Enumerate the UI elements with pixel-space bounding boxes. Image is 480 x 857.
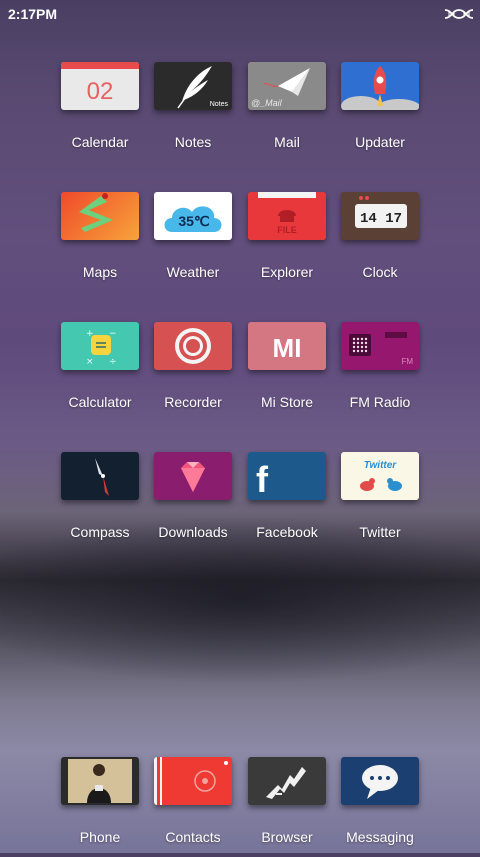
app-label: Downloads: [158, 524, 228, 540]
browser-icon: [248, 757, 326, 805]
svg-text:@_Mail: @_Mail: [251, 98, 283, 108]
feather-icon: Notes: [154, 62, 232, 110]
dna-icon: [444, 9, 474, 19]
app-recorder[interactable]: Recorder: [148, 322, 242, 422]
calendar-date: 02: [87, 78, 114, 105]
svg-text:−: −: [109, 329, 117, 339]
calculator-icon: + − × ÷: [61, 322, 139, 370]
app-label: Phone: [79, 829, 121, 845]
app-label: Mi Store: [260, 394, 314, 410]
app-compass[interactable]: Compass: [55, 452, 149, 552]
app-label: Clock: [362, 264, 398, 280]
app-label: Messaging: [346, 829, 414, 845]
app-label: Mail: [274, 134, 300, 150]
map-pin-icon: [61, 192, 139, 240]
dock-app-browser[interactable]: Browser: [242, 757, 336, 857]
svg-text:÷: ÷: [109, 357, 117, 367]
facebook-icon: f: [248, 452, 326, 500]
app-facebook[interactable]: f Facebook: [242, 452, 336, 552]
dock-app-contacts[interactable]: Contacts: [148, 757, 242, 857]
svg-text:FILE: FILE: [277, 225, 297, 235]
svg-text:Twitter: Twitter: [364, 460, 398, 471]
app-fm-radio[interactable]: FM FM Radio: [335, 322, 429, 422]
svg-text:f: f: [256, 459, 269, 500]
svg-text:+: +: [86, 329, 94, 339]
app-calendar[interactable]: 02 Calendar: [55, 62, 149, 162]
app-clock[interactable]: 14 17 Clock: [335, 192, 429, 292]
app-weather[interactable]: 35℃ Weather: [148, 192, 242, 292]
dock-app-phone[interactable]: Phone: [55, 757, 149, 857]
radio-icon: FM: [341, 322, 419, 370]
rocket-icon: [341, 62, 419, 110]
svg-text:14 17: 14 17: [360, 211, 402, 227]
status-time: 2:17PM: [8, 6, 58, 22]
app-label: Twitter: [359, 524, 401, 540]
app-mail[interactable]: @_Mail Mail: [242, 62, 336, 162]
app-label: Maps: [82, 264, 118, 280]
compass-icon: [61, 452, 139, 500]
svg-text:×: ×: [86, 357, 94, 367]
app-twitter[interactable]: Twitter Twitter: [335, 452, 429, 552]
app-calculator[interactable]: + − × ÷ Calculator: [55, 322, 149, 422]
app-label: Compass: [70, 524, 130, 540]
folder-icon: FILE: [248, 192, 326, 240]
svg-text:FM: FM: [401, 357, 413, 366]
app-label: Updater: [355, 134, 405, 150]
app-updater[interactable]: Updater: [335, 62, 429, 162]
app-label: FM Radio: [349, 394, 411, 410]
calendar-icon: 02: [61, 62, 139, 110]
svg-text:Notes: Notes: [210, 101, 229, 108]
cloud-icon: 35℃: [154, 192, 232, 240]
dock-app-messaging[interactable]: Messaging: [335, 757, 429, 857]
app-label: Notes: [174, 134, 212, 150]
app-label: Calculator: [68, 394, 132, 410]
svg-text:35℃: 35℃: [178, 213, 210, 229]
app-label: Weather: [166, 264, 220, 280]
status-bar: 2:17PM: [0, 0, 480, 28]
chat-bubble-icon: [341, 757, 419, 805]
app-explorer[interactable]: FILE Explorer: [242, 192, 336, 292]
gem-icon: [154, 452, 232, 500]
contacts-icon: [154, 757, 232, 805]
app-label: Contacts: [165, 829, 221, 845]
svg-text:MI: MI: [273, 333, 302, 363]
twitter-icon: Twitter: [341, 452, 419, 500]
app-maps[interactable]: Maps: [55, 192, 149, 292]
app-notes[interactable]: Notes Notes: [148, 62, 242, 162]
recorder-icon: [154, 322, 232, 370]
app-downloads[interactable]: Downloads: [148, 452, 242, 552]
clock-icon: 14 17: [341, 192, 419, 240]
paper-plane-icon: @_Mail: [248, 62, 326, 110]
mi-store-icon: MI: [248, 322, 326, 370]
app-label: Calendar: [71, 134, 129, 150]
app-label: Explorer: [260, 264, 314, 280]
app-label: Recorder: [164, 394, 222, 410]
app-label: Browser: [261, 829, 313, 845]
photo-icon: [61, 757, 139, 805]
app-label: Facebook: [256, 524, 318, 540]
app-mi-store[interactable]: MI Mi Store: [242, 322, 336, 422]
